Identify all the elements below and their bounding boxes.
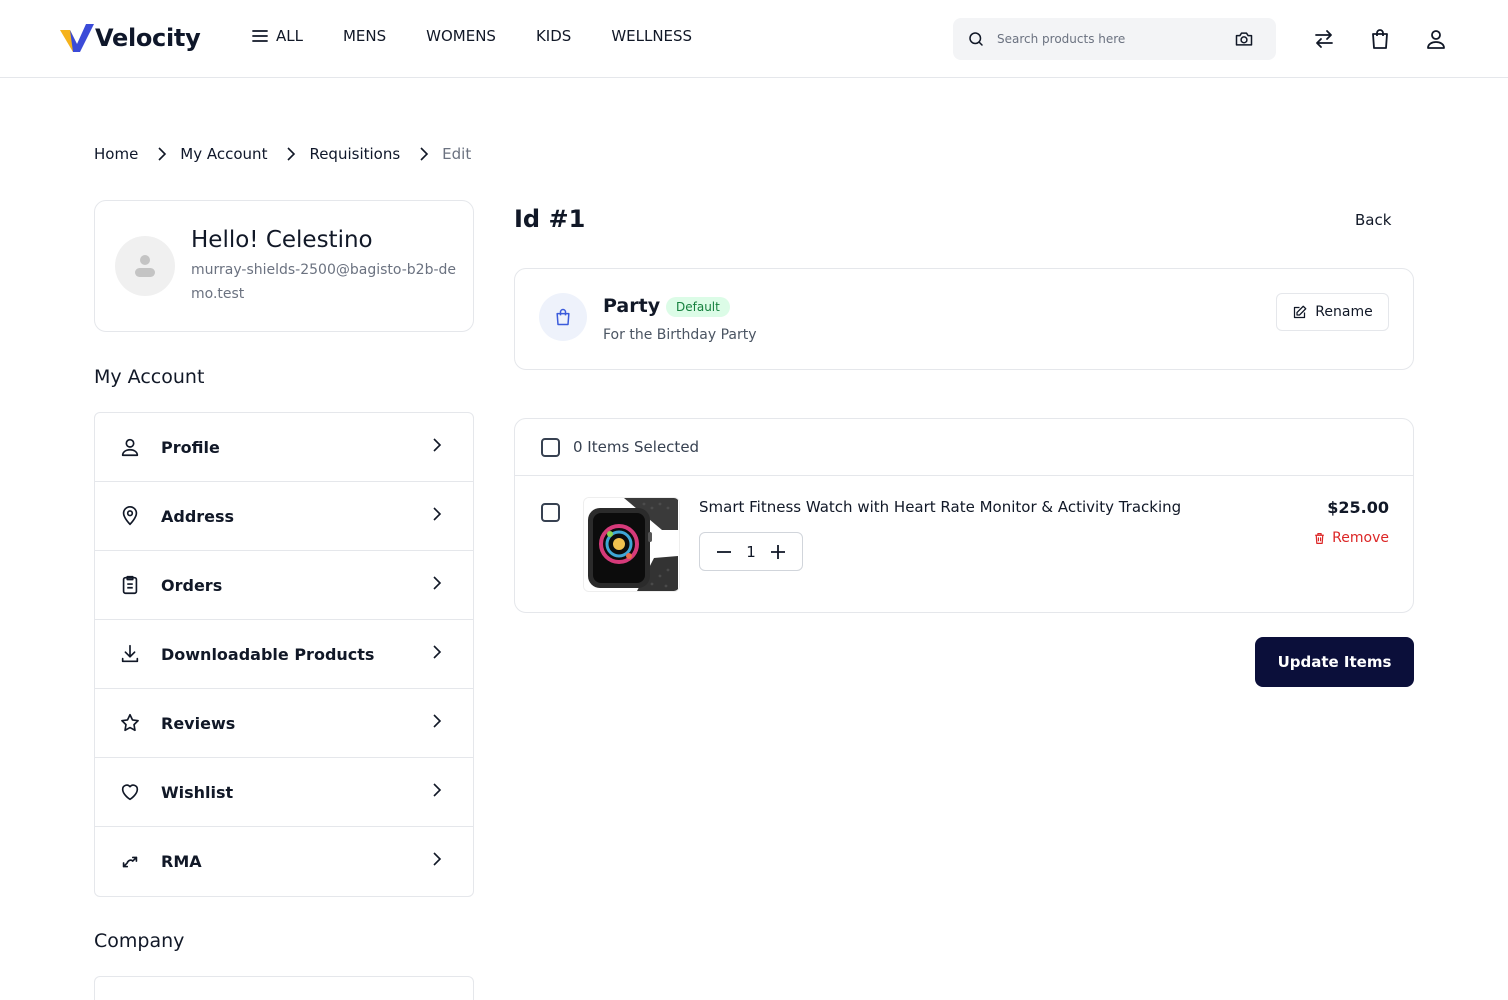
requisition-name: Party <box>603 295 661 317</box>
nav-womens[interactable]: WOMENS <box>426 27 496 45</box>
breadcrumb-home[interactable]: Home <box>94 145 138 163</box>
requisition-icon <box>539 293 587 341</box>
breadcrumb-edit: Edit <box>442 145 472 163</box>
rename-button[interactable]: Rename <box>1276 293 1389 331</box>
avatar-placeholder-icon <box>135 255 155 277</box>
chevron-right-icon <box>287 147 296 161</box>
menu-item-label: Downloadable Products <box>161 644 375 664</box>
user-email: murray-shields-2500@bagisto-b2b-demo.tes… <box>191 262 457 302</box>
company-menu <box>94 976 474 1000</box>
product-price: $25.00 <box>1327 498 1389 517</box>
chevron-right-icon <box>433 714 442 728</box>
menu-item-label: Wishlist <box>161 782 234 802</box>
items-header: 0 Items Selected <box>515 419 1413 476</box>
remove-button[interactable]: Remove <box>1313 530 1389 546</box>
brand-name: Velocity <box>95 24 201 52</box>
main-nav: ALL MENS WOMENS KIDS WELLNESS <box>252 27 732 45</box>
chevron-right-icon <box>433 507 442 521</box>
product-name[interactable]: Smart Fitness Watch with Heart Rate Moni… <box>699 498 1181 516</box>
menu-item-profile[interactable]: Profile <box>95 413 473 482</box>
menu-item-wishlist[interactable]: Wishlist <box>95 758 473 827</box>
requisition-id: Id #1 <box>514 205 586 233</box>
edit-icon <box>1294 305 1307 318</box>
quantity-value: 1 <box>746 542 756 561</box>
default-badge: Default <box>666 297 730 317</box>
update-items-button[interactable]: Update Items <box>1255 637 1414 687</box>
company-title: Company <box>94 930 185 952</box>
velocity-logo[interactable]: Velocity <box>60 22 201 54</box>
menu-item-address[interactable]: Address <box>95 482 473 551</box>
nav-all[interactable]: ALL <box>252 27 303 45</box>
breadcrumb: Home My Account Requisitions Edit <box>94 145 471 163</box>
nav-kids[interactable]: KIDS <box>536 27 571 45</box>
user-icon <box>121 438 139 457</box>
menu-item-label: Orders <box>161 575 223 595</box>
menu-item-label: Reviews <box>161 713 236 733</box>
shopping-bag-icon <box>556 308 570 326</box>
item-checkbox[interactable] <box>541 503 560 522</box>
account-menu: Profile Address Orders Downloadable Prod… <box>94 412 474 897</box>
smart-watch-image <box>584 498 679 591</box>
shopping-bag-icon[interactable] <box>1368 27 1392 51</box>
menu-item-label: Profile <box>161 437 220 457</box>
back-link[interactable]: Back <box>1355 211 1391 229</box>
requisition-card: Party Default For the Birthday Party Ren… <box>514 268 1414 370</box>
items-selected-count: 0 Items Selected <box>573 438 700 456</box>
breadcrumb-requisitions[interactable]: Requisitions <box>309 145 400 163</box>
chevron-right-icon <box>433 852 442 866</box>
user-account-icon[interactable] <box>1424 27 1448 51</box>
heart-icon <box>121 784 139 801</box>
search-bar <box>953 18 1276 60</box>
chevron-right-icon <box>433 645 442 659</box>
logo-mark-icon <box>60 24 94 52</box>
location-pin-icon <box>122 506 138 526</box>
trash-icon <box>1315 532 1325 544</box>
remove-label: Remove <box>1332 530 1389 546</box>
chevron-right-icon <box>158 147 167 161</box>
profile-card: Hello! Celestino murray-shields-2500@bag… <box>94 200 474 332</box>
chevron-right-icon <box>420 147 429 161</box>
my-account-title: My Account <box>94 366 205 388</box>
search-input[interactable] <box>997 32 1217 46</box>
rename-label: Rename <box>1315 304 1373 320</box>
items-card: 0 Items Selected Smart Fitness Watch wit… <box>514 418 1414 613</box>
plus-icon[interactable] <box>770 544 786 560</box>
camera-icon[interactable] <box>1234 29 1254 49</box>
menu-item-rma[interactable]: RMA <box>95 827 473 896</box>
requisition-description: For the Birthday Party <box>603 327 757 343</box>
menu-icon <box>252 30 268 42</box>
product-image <box>583 497 680 592</box>
minus-icon[interactable] <box>716 544 732 560</box>
clipboard-icon <box>122 575 138 595</box>
avatar <box>115 236 175 296</box>
star-icon <box>121 713 139 732</box>
nav-mens[interactable]: MENS <box>343 27 386 45</box>
menu-item-label: Address <box>161 506 235 526</box>
breadcrumb-my-account[interactable]: My Account <box>180 145 267 163</box>
quantity-stepper: 1 <box>699 532 803 571</box>
greeting: Hello! Celestino <box>191 227 373 253</box>
chevron-right-icon <box>433 438 442 452</box>
menu-item-reviews[interactable]: Reviews <box>95 689 473 758</box>
compare-icon[interactable] <box>1312 27 1336 51</box>
download-icon <box>121 644 139 663</box>
menu-item-orders[interactable]: Orders <box>95 551 473 620</box>
site-header: Velocity ALL MENS WOMENS KIDS WELLNESS <box>0 0 1508 78</box>
chevron-right-icon <box>433 576 442 590</box>
nav-all-label: ALL <box>276 27 303 45</box>
menu-item-label: RMA <box>161 852 202 871</box>
search-icon <box>969 32 983 46</box>
nav-wellness[interactable]: WELLNESS <box>611 27 692 45</box>
chevron-right-icon <box>433 783 442 797</box>
menu-item-downloadable-products[interactable]: Downloadable Products <box>95 620 473 689</box>
return-arrows-icon <box>122 856 138 867</box>
select-all-checkbox[interactable] <box>541 437 560 457</box>
